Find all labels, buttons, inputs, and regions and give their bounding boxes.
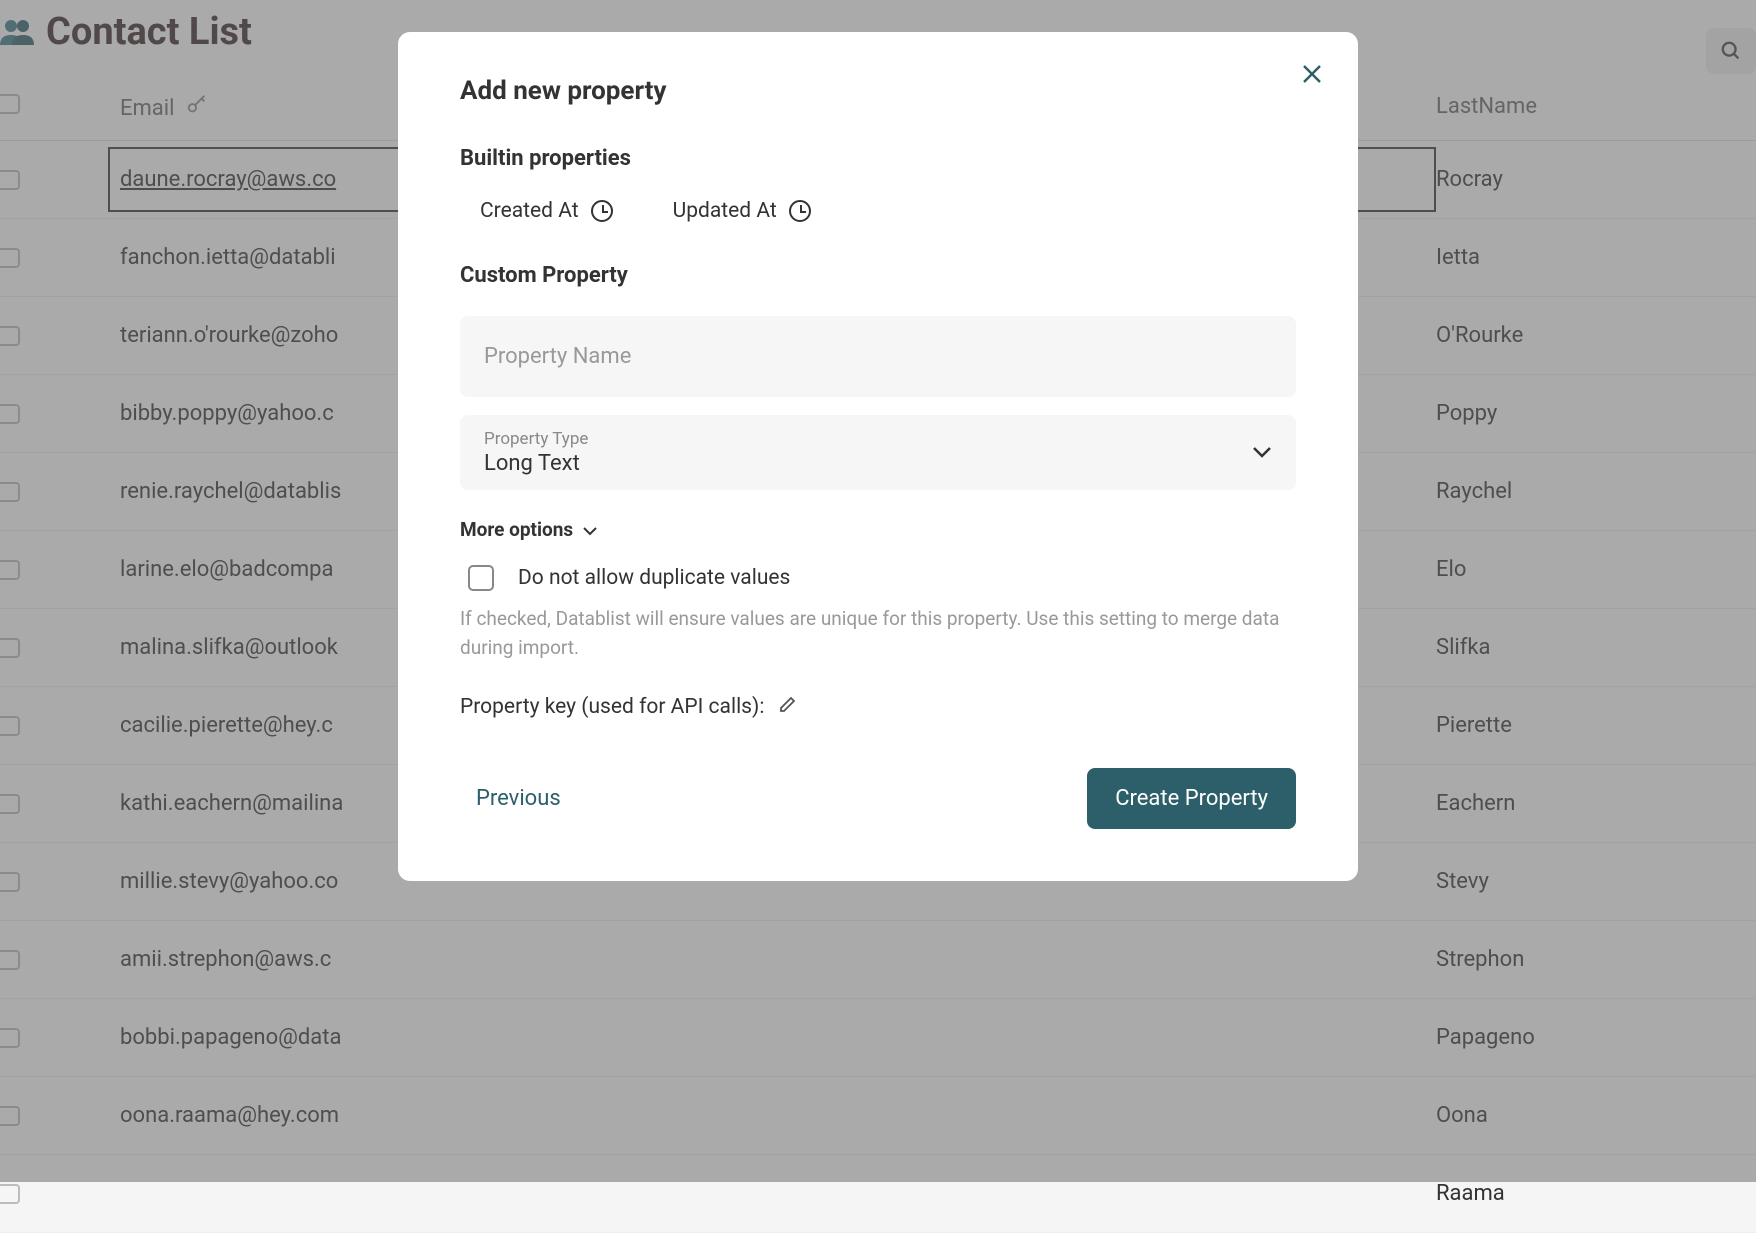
- clock-icon: [789, 200, 811, 222]
- edit-icon[interactable]: [778, 694, 798, 720]
- builtin-created-at[interactable]: Created At: [480, 199, 613, 223]
- builtin-properties: Created At Updated At: [460, 199, 1296, 223]
- no-duplicate-label: Do not allow duplicate values: [518, 566, 790, 590]
- modal-title: Add new property: [460, 76, 1296, 106]
- api-key-row: Property key (used for API calls):: [460, 694, 1296, 720]
- modal-overlay[interactable]: Add new property Builtin properties Crea…: [0, 0, 1756, 1182]
- clock-icon: [591, 200, 613, 222]
- close-button[interactable]: [1298, 60, 1326, 92]
- builtin-heading: Builtin properties: [460, 146, 1296, 171]
- add-property-modal: Add new property Builtin properties Crea…: [398, 32, 1358, 881]
- more-options-toggle[interactable]: More options: [460, 518, 1296, 541]
- no-duplicate-help: If checked, Datablist will ensure values…: [460, 605, 1296, 662]
- chevron-down-icon: [1252, 443, 1272, 462]
- previous-button[interactable]: Previous: [460, 774, 577, 823]
- custom-heading: Custom Property: [460, 263, 1296, 288]
- modal-actions: Previous Create Property: [460, 768, 1296, 829]
- row-checkbox[interactable]: [0, 1184, 20, 1204]
- create-property-button[interactable]: Create Property: [1087, 768, 1296, 829]
- no-duplicate-checkbox[interactable]: [468, 565, 494, 591]
- property-type-label: Property Type: [484, 429, 588, 449]
- chevron-down-icon: [583, 518, 597, 541]
- api-key-label: Property key (used for API calls):: [460, 695, 764, 719]
- close-icon: [1302, 64, 1322, 84]
- property-type-value: Long Text: [484, 451, 588, 476]
- property-name-input[interactable]: [460, 316, 1296, 397]
- lastname-cell[interactable]: Raama: [1436, 1181, 1756, 1206]
- builtin-updated-at[interactable]: Updated At: [673, 199, 811, 223]
- property-type-select[interactable]: Property Type Long Text: [460, 415, 1296, 490]
